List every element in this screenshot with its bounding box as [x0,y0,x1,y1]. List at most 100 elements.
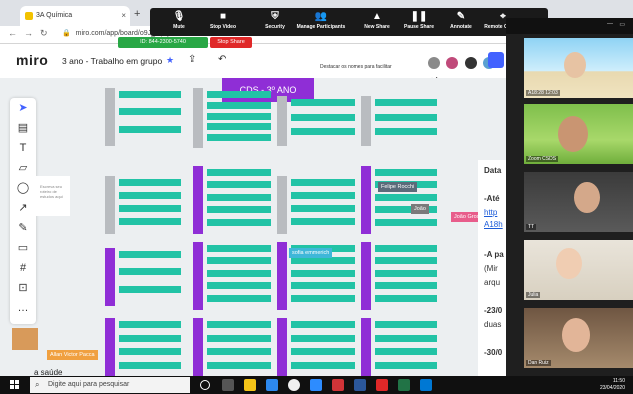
avatar[interactable] [446,56,459,69]
group-box[interactable] [277,96,359,146]
name-cell[interactable] [119,361,181,369]
name-cell[interactable] [207,218,271,226]
name-cell[interactable] [375,99,437,106]
group-box[interactable] [105,318,185,376]
sticky-note-tool-icon[interactable]: ▱ [10,158,36,178]
name-cell[interactable] [207,169,271,176]
cortana-icon[interactable] [200,380,210,390]
name-cell[interactable] [375,128,437,136]
group-box[interactable] [193,318,275,376]
templates-tool-icon[interactable]: ▤ [10,118,36,138]
comment-tool-icon[interactable]: ▭ [10,238,36,258]
upload-icon[interactable]: ⇪ [188,54,196,65]
participant-video-tile[interactable]: Julia [524,240,633,300]
name-cell[interactable] [291,218,355,225]
name-cell[interactable] [207,334,271,342]
group-label-bar[interactable] [361,242,371,310]
name-cell[interactable] [207,257,271,265]
name-cell[interactable] [375,113,437,121]
name-cell[interactable] [119,251,181,258]
name-cell[interactable] [119,268,181,276]
group-label-bar[interactable] [193,242,203,310]
group-box[interactable] [105,176,185,234]
name-cell[interactable] [375,269,437,277]
group-box[interactable] [361,166,441,234]
name-cell[interactable] [375,169,437,176]
name-cell[interactable] [291,348,355,355]
name-cell[interactable] [375,282,437,290]
name-cell[interactable] [291,269,355,277]
avatar[interactable] [428,56,440,69]
group-label-bar[interactable] [361,96,371,146]
name-cell[interactable] [291,179,355,186]
name-cell[interactable] [119,192,181,199]
group-label-bar[interactable] [193,166,203,234]
group-label-bar[interactable] [105,88,115,146]
star-icon[interactable]: ★ [166,55,174,66]
word-icon[interactable] [354,379,366,391]
file-explorer-icon[interactable] [244,379,256,391]
name-cell[interactable] [119,125,181,133]
name-cell[interactable] [375,245,437,252]
connector-tool-icon[interactable]: ↗ [10,198,36,218]
name-cell[interactable] [291,99,355,106]
pen-tool-icon[interactable]: ✎ [10,218,36,238]
group-box[interactable] [105,88,185,146]
share-board-button[interactable] [488,52,504,68]
group-box[interactable] [361,318,441,376]
name-cell[interactable] [375,348,437,355]
group-box[interactable] [361,96,441,146]
group-label-bar[interactable] [277,318,287,376]
name-cell[interactable] [207,269,271,277]
participant-video-tile[interactable]: TT [524,172,633,232]
undo-icon[interactable]: ↶ [218,54,226,65]
group-box[interactable] [193,166,275,234]
document-line[interactable]: A18h [484,220,503,229]
zoom-app-icon[interactable] [310,379,322,391]
name-cell[interactable] [207,206,271,214]
task-view-icon[interactable] [222,379,234,391]
name-cell[interactable] [291,361,355,369]
name-cell[interactable] [207,134,271,142]
group-label-bar[interactable] [277,242,287,310]
name-cell[interactable] [291,257,355,265]
board-name[interactable]: 3 ano - Trabalho em grupo [62,56,162,66]
zoom-manage-participants-button[interactable]: 👥 Manage Participants [292,10,350,30]
group-box[interactable] [361,242,441,310]
name-cell[interactable] [119,205,181,212]
app-icon[interactable] [332,379,344,391]
browser-tab[interactable]: 3A Química × [20,6,130,26]
group-box[interactable] [193,88,275,148]
name-cell[interactable] [375,257,437,265]
miro-logo[interactable]: miro [16,52,48,68]
name-cell[interactable] [291,282,355,290]
name-cell[interactable] [375,294,437,302]
group-label-bar[interactable] [361,166,371,234]
name-cell[interactable] [207,91,271,98]
name-cell[interactable] [119,108,181,116]
group-label-bar[interactable] [105,248,115,306]
name-cell[interactable] [291,334,355,342]
name-cell[interactable] [291,192,355,199]
document-line[interactable]: http [484,208,497,217]
group-box[interactable] [105,248,185,306]
group-box[interactable] [277,176,359,234]
group-label-bar[interactable] [277,96,287,146]
reload-icon[interactable]: ↻ [40,28,48,39]
text-tool-icon[interactable]: T [10,138,36,158]
name-cell[interactable] [375,334,437,342]
name-cell[interactable] [207,112,271,120]
name-cell[interactable] [291,205,355,212]
name-cell[interactable] [207,193,271,201]
board-subtitle[interactable]: Destacar os nomes para facilitar [320,64,392,70]
meeting-id-badge[interactable]: ID: 844-2300-5740 [118,37,208,48]
name-cell[interactable] [207,245,271,252]
stop-share-button[interactable]: Stop Share [210,37,252,48]
mail-icon[interactable] [420,379,432,391]
new-tab-button[interactable]: + [134,8,140,20]
forward-icon[interactable]: → [24,28,33,38]
name-cell[interactable] [119,91,181,98]
name-cell[interactable] [119,321,181,328]
name-cell[interactable] [375,218,437,226]
name-cell[interactable] [119,334,181,342]
